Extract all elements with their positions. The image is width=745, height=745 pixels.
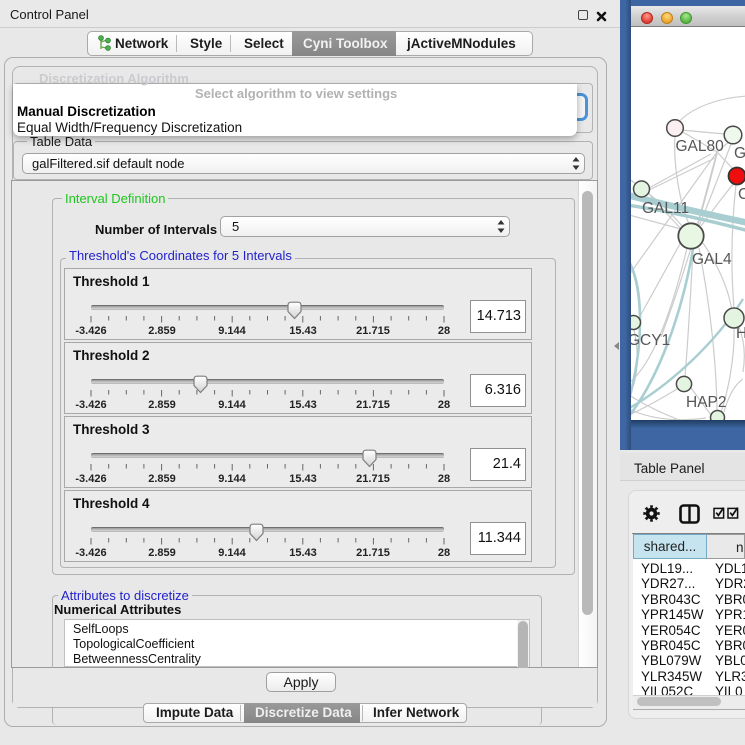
svg-text:HAP2: HAP2 xyxy=(686,394,727,411)
svg-text:GA: GA xyxy=(734,145,745,162)
svg-text:GAL80: GAL80 xyxy=(676,138,725,155)
svg-text:C: C xyxy=(738,186,745,203)
svg-text:GAL4: GAL4 xyxy=(692,251,732,268)
svg-text:GCY1: GCY1 xyxy=(631,332,670,349)
svg-text:H: H xyxy=(736,325,745,342)
svg-text:GAL11: GAL11 xyxy=(642,200,689,217)
